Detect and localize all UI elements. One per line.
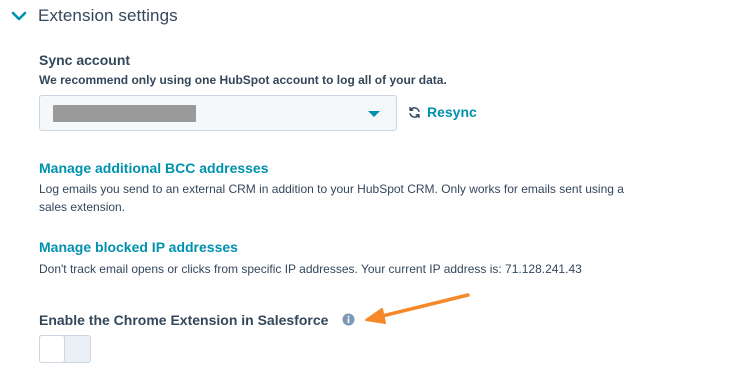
sync-account-help: We recommend only using one HubSpot acco… (39, 73, 447, 87)
blocked-ip-help: Don't track email opens or clicks from s… (39, 262, 582, 276)
redacted-account-value (53, 105, 196, 122)
arrow-annotation (365, 293, 470, 324)
bcc-help: Log emails you send to an external CRM i… (39, 182, 624, 214)
chevron-down-icon (11, 11, 27, 21)
chrome-extension-toggle[interactable] (39, 335, 91, 363)
toggle-knob (39, 335, 65, 363)
section-title: Extension settings (38, 6, 178, 25)
dropdown-caret-icon (368, 111, 380, 117)
resync-button[interactable]: Resync (408, 104, 477, 120)
refresh-icon (409, 106, 420, 118)
resync-label: Resync (427, 104, 477, 120)
manage-blocked-ip-link[interactable]: Manage blocked IP addresses (39, 239, 238, 255)
chrome-extension-label: Enable the Chrome Extension in Salesforc… (39, 312, 329, 328)
info-icon[interactable] (342, 313, 355, 326)
sync-account-label: Sync account (39, 52, 131, 68)
manage-bcc-link[interactable]: Manage additional BCC addresses (39, 160, 269, 176)
sync-account-dropdown[interactable] (39, 95, 397, 131)
extension-settings-header[interactable]: Extension settings (10, 2, 178, 30)
